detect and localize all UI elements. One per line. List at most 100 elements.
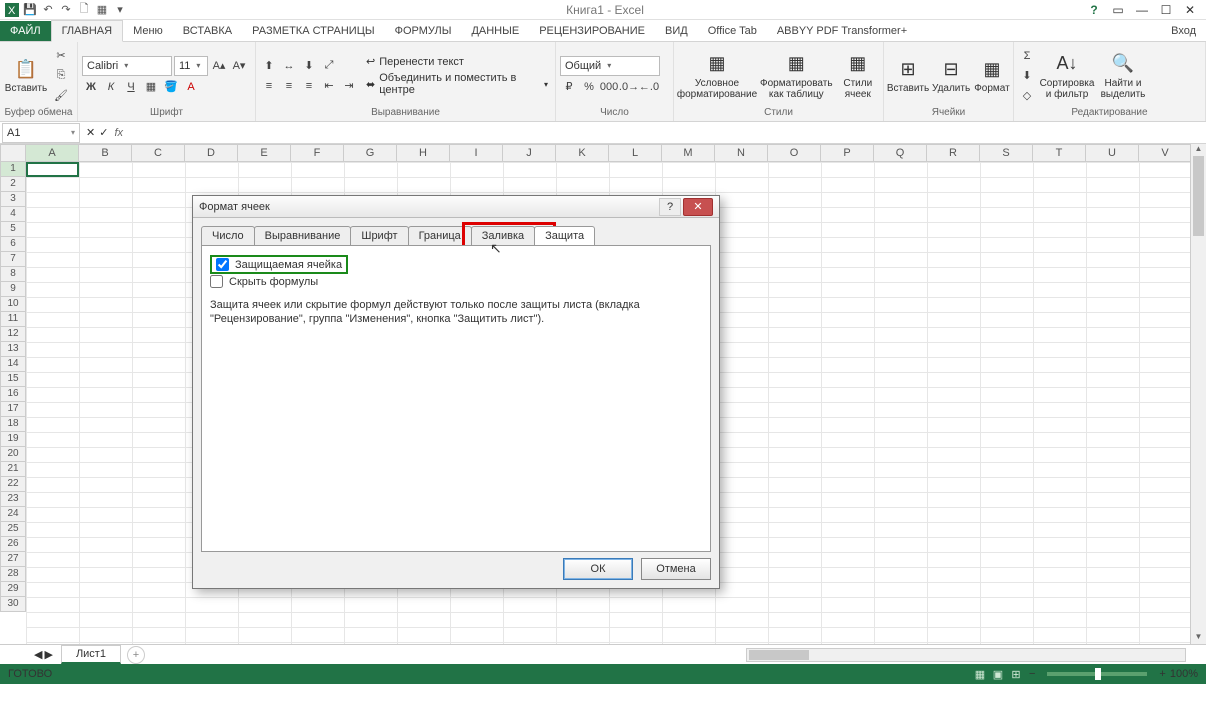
add-sheet-button[interactable]: + [127,646,145,664]
italic-button[interactable]: К [102,78,120,96]
scroll-down-icon[interactable]: ▼ [1191,632,1206,644]
tab-insert[interactable]: ВСТАВКА [173,21,242,41]
font-family-combo[interactable]: Calibri▾ [82,56,172,76]
autosum-icon[interactable]: Σ [1018,47,1036,65]
close-icon[interactable]: ✕ [1182,3,1198,17]
align-left-icon[interactable]: ≡ [260,77,278,95]
view-buttons[interactable]: ▦▣⊞ [971,668,1025,681]
row-header[interactable]: 23 [0,492,26,507]
tab-formulas[interactable]: ФОРМУЛЫ [385,21,462,41]
find-select-button[interactable]: 🔍Найти и выделить [1098,46,1148,106]
format-cells-button[interactable]: ▦Формат [974,46,1010,106]
row-header[interactable]: 16 [0,387,26,402]
align-bottom-icon[interactable]: ⬇ [300,57,318,75]
cancel-formula-icon[interactable]: ✕ [86,126,95,139]
row-header[interactable]: 22 [0,477,26,492]
row-header[interactable]: 18 [0,417,26,432]
cell-styles-button[interactable]: ▦ Стили ячеек [837,46,879,106]
dialog-tab-border[interactable]: Граница [408,226,472,245]
dialog-close-button[interactable]: ✕ [683,198,713,216]
column-header[interactable]: D [185,144,238,162]
scroll-thumb[interactable] [1193,162,1204,236]
percent-icon[interactable]: % [580,78,598,96]
sheet-tab-1[interactable]: Лист1 [61,645,121,664]
comma-icon[interactable]: 000 [600,78,618,96]
fx-icon[interactable]: fx [114,127,123,139]
column-header[interactable]: R [927,144,980,162]
number-format-combo[interactable]: Общий▾ [560,56,660,76]
wrap-text-button[interactable]: ↩Перенести текст [362,54,552,69]
align-right-icon[interactable]: ≡ [300,77,318,95]
row-header[interactable]: 15 [0,372,26,387]
increase-indent-icon[interactable]: ⇥ [340,77,358,95]
hidden-checkbox[interactable] [210,275,223,288]
format-as-table-button[interactable]: ▦ Форматировать как таблицу [760,46,833,106]
row-header[interactable]: 5 [0,222,26,237]
conditional-formatting-button[interactable]: ▦ Условное форматирование [678,46,756,106]
currency-icon[interactable]: ₽ [560,78,578,96]
row-header[interactable]: 28 [0,567,26,582]
row-header[interactable]: 14 [0,357,26,372]
format-painter-icon[interactable]: 🖌 [52,87,70,105]
new-icon[interactable]: 🗋 [76,2,92,18]
formula-input[interactable] [129,124,1202,142]
row-header[interactable]: 17 [0,402,26,417]
column-header[interactable]: K [556,144,609,162]
select-all-corner[interactable] [0,144,26,162]
zoom-out-icon[interactable]: − [1029,668,1035,680]
column-header[interactable]: T [1033,144,1086,162]
column-header[interactable]: F [291,144,344,162]
column-header[interactable]: S [980,144,1033,162]
row-header[interactable]: 4 [0,207,26,222]
tab-officetab[interactable]: Office Tab [698,21,767,41]
column-header[interactable]: P [821,144,874,162]
row-header[interactable]: 24 [0,507,26,522]
merge-center-button[interactable]: ⬌Объединить и поместить в центре▾ [362,71,552,97]
row-header[interactable]: 30 [0,597,26,612]
row-header[interactable]: 1 [0,162,26,177]
column-header[interactable]: G [344,144,397,162]
tab-file[interactable]: ФАЙЛ [0,21,51,41]
column-header[interactable]: L [609,144,662,162]
dialog-tab-number[interactable]: Число [201,226,255,245]
copy-icon[interactable]: ⎘ [52,67,70,85]
dialog-help-button[interactable]: ? [659,198,681,216]
row-header[interactable]: 21 [0,462,26,477]
zoom-in-icon[interactable]: + [1159,668,1165,680]
fill-icon[interactable]: ⬇ [1018,67,1036,85]
row-header[interactable]: 10 [0,297,26,312]
decrease-decimal-icon[interactable]: ←.0 [640,78,658,96]
locked-checkbox[interactable] [216,258,229,271]
row-header[interactable]: 26 [0,537,26,552]
tab-abbyy[interactable]: ABBYY PDF Transformer+ [767,21,917,41]
column-header[interactable]: H [397,144,450,162]
redo-icon[interactable]: ↷ [58,2,74,18]
align-center-icon[interactable]: ≡ [280,77,298,95]
row-header[interactable]: 13 [0,342,26,357]
ok-button[interactable]: ОК [563,558,633,580]
increase-decimal-icon[interactable]: .0→ [620,78,638,96]
paste-button[interactable]: 📋 Вставить [4,46,48,106]
vertical-scrollbar[interactable]: ▲ ▼ [1190,162,1206,644]
font-size-combo[interactable]: 11▾ [174,56,208,76]
border-icon[interactable]: ▦ [142,78,160,96]
orientation-icon[interactable]: ⤢ [320,57,338,75]
column-header[interactable]: V [1139,144,1192,162]
column-header[interactable]: N [715,144,768,162]
column-header[interactable]: E [238,144,291,162]
tab-data[interactable]: ДАННЫЕ [461,21,529,41]
row-header[interactable]: 2 [0,177,26,192]
tab-pagelayout[interactable]: РАЗМЕТКА СТРАНИЦЫ [242,21,384,41]
column-header[interactable]: M [662,144,715,162]
column-header[interactable]: B [79,144,132,162]
align-top-icon[interactable]: ⬆ [260,57,278,75]
column-header[interactable]: U [1086,144,1139,162]
minimize-icon[interactable]: — [1134,3,1150,17]
signin-link[interactable]: Вход [1161,21,1206,41]
row-header[interactable]: 29 [0,582,26,597]
insert-cells-button[interactable]: ⊞Вставить [888,46,928,106]
cut-icon[interactable]: ✂ [52,47,70,65]
zoom-level[interactable]: 100% [1170,668,1198,680]
decrease-indent-icon[interactable]: ⇤ [320,77,338,95]
row-header[interactable]: 11 [0,312,26,327]
